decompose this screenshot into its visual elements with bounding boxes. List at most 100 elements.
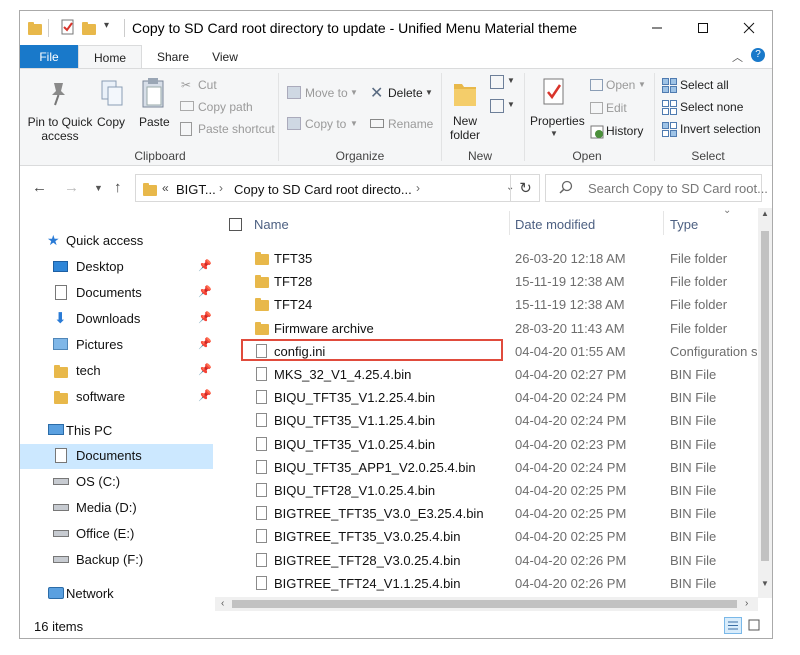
file-type: BIN File — [670, 459, 717, 475]
file-type: BIN File — [670, 436, 717, 452]
copy-path-button[interactable]: Copy path — [198, 100, 253, 114]
cut-button[interactable]: Cut — [198, 78, 217, 92]
file-name: MKS_32_V1_4.25.4.bin — [274, 367, 412, 382]
scroll-right-icon[interactable]: › — [745, 598, 748, 609]
file-type: BIN File — [670, 552, 717, 568]
table-row[interactable]: Firmware archive 28-03-20 11:43 AM File fo… — [215, 317, 760, 340]
nav-item-pc-documents[interactable]: Documents — [20, 444, 213, 469]
help-icon[interactable]: ? — [751, 48, 765, 62]
move-to-dropdown-icon[interactable]: ▼ — [350, 88, 358, 97]
pin-to-quick-access-button[interactable]: Pin to Quick access — [24, 115, 96, 143]
properties-button[interactable]: Properties — [530, 114, 585, 128]
nav-item-documents[interactable]: Documents 📌 — [20, 281, 213, 306]
nav-item-software[interactable]: software 📌 — [20, 385, 213, 410]
file-name: TFT35 — [274, 251, 313, 266]
nav-item-downloads[interactable]: ⬇ Downloads 📌 — [20, 307, 213, 332]
quick-access-toolbar-dropdown-icon[interactable]: ▾ — [104, 20, 109, 31]
scroll-down-icon[interactable]: ▼ — [761, 579, 769, 588]
file-name: BIQU_TFT35_V1.0.25.4.bin — [274, 436, 436, 452]
table-row[interactable]: TFT28 15-11-19 12:38 AM File folder — [215, 270, 760, 293]
properties-dropdown-icon[interactable]: ▼ — [550, 129, 558, 138]
paste-button[interactable]: Paste — [139, 115, 170, 129]
paste-shortcut-button[interactable]: Paste shortcut — [198, 122, 275, 136]
new-item-dropdown-icon[interactable]: ▼ — [507, 76, 515, 85]
nav-item-drive-d[interactable]: Media (D:) — [20, 496, 213, 521]
tab-home[interactable]: Home — [78, 45, 142, 69]
nav-item-desktop[interactable]: Desktop 📌 — [20, 255, 213, 280]
copy-to-button[interactable]: Copy to — [305, 117, 346, 131]
invert-selection-button[interactable]: Invert selection — [680, 122, 761, 136]
minimize-button[interactable] — [634, 11, 680, 45]
copy-to-dropdown-icon[interactable]: ▼ — [350, 119, 358, 128]
close-button[interactable] — [726, 11, 772, 45]
tab-view[interactable]: View — [202, 45, 248, 69]
table-row[interactable]: BIGTREE_TFT24_V1.1.25.4.bin 04-04-20 02:2… — [215, 572, 760, 595]
table-row[interactable]: BIGTREE_TFT28_V3.0.25.4.bin 04-04-20 02:2… — [215, 549, 760, 572]
new-folder-button[interactable]: New folder — [447, 114, 483, 142]
maximize-button[interactable] — [680, 11, 726, 45]
large-icons-view-icon[interactable] — [746, 617, 764, 634]
highlight-annotation — [241, 339, 503, 361]
nav-item-pictures[interactable]: Pictures 📌 — [20, 333, 213, 358]
new-folder-quick-icon[interactable] — [82, 19, 98, 35]
tab-file[interactable]: File — [20, 45, 78, 69]
column-header-name[interactable]: Name — [254, 217, 289, 232]
breadcrumb-separator-icon[interactable]: › — [219, 181, 223, 195]
forward-arrow-icon[interactable]: → — [64, 179, 79, 196]
table-row[interactable]: BIGTREE_TFT35_V3.0_E3.25.4.bin 04-04-20 0… — [215, 502, 760, 525]
breadcrumb-separator-icon[interactable]: › — [416, 181, 420, 195]
copy-button[interactable]: Copy — [97, 115, 125, 129]
column-header-type[interactable]: Type — [670, 217, 698, 232]
back-arrow-icon[interactable]: ← — [32, 179, 47, 196]
nav-this-pc[interactable]: This PC — [20, 419, 213, 444]
nav-item-drive-f[interactable]: Backup (F:) — [20, 548, 213, 573]
delete-dropdown-icon[interactable]: ▼ — [425, 88, 433, 97]
table-row[interactable]: TFT35 26-03-20 12:18 AM File folder — [215, 247, 760, 270]
table-row[interactable]: BIQU_TFT35_V1.2.25.4.bin 04-04-20 02:24 P… — [215, 386, 760, 409]
column-divider[interactable] — [663, 211, 664, 235]
tab-share[interactable]: Share — [148, 45, 198, 69]
select-none-button[interactable]: Select none — [680, 100, 743, 114]
scroll-left-icon[interactable]: ‹ — [221, 598, 224, 609]
easy-access-dropdown-icon[interactable]: ▼ — [507, 100, 515, 109]
vertical-scroll-thumb[interactable] — [761, 231, 769, 561]
table-row[interactable]: MKS_32_V1_4.25.4.bin 04-04-20 02:27 PM BIN… — [215, 363, 760, 386]
table-row[interactable]: BIQU_TFT35_APP1_V2.0.25.4.bin 04-04-20 02… — [215, 456, 760, 479]
nav-network[interactable]: Network — [20, 582, 213, 607]
open-button[interactable]: Open — [606, 78, 635, 92]
edit-button[interactable]: Edit — [606, 101, 627, 115]
select-all-checkbox[interactable] — [229, 218, 242, 231]
move-to-button[interactable]: Move to — [305, 86, 348, 100]
delete-button[interactable]: Delete — [388, 86, 423, 100]
table-row[interactable]: BIQU_TFT28_V1.0.25.4.bin 04-04-20 02:25 P… — [215, 479, 760, 502]
select-all-button[interactable]: Select all — [680, 78, 729, 92]
recent-locations-chevron-icon[interactable]: ▼ — [94, 183, 103, 193]
nav-item-drive-e[interactable]: Office (E:) — [20, 522, 213, 547]
table-row[interactable]: TFT24 15-11-19 12:38 AM File folder — [215, 293, 760, 316]
up-arrow-icon[interactable]: ↑ — [114, 179, 122, 196]
history-button[interactable]: History — [606, 124, 643, 138]
chevron-up-icon[interactable]: ︿ — [732, 49, 743, 65]
table-row[interactable]: BIQU_TFT35_V1.1.25.4.bin 04-04-20 02:24 P… — [215, 409, 760, 432]
rename-button[interactable]: Rename — [388, 117, 433, 131]
details-view-icon[interactable] — [724, 617, 742, 634]
breadcrumb-item[interactable]: Copy to SD Card root directo... — [234, 182, 412, 197]
table-row[interactable]: BIGTREE_TFT35_V3.0.25.4.bin 04-04-20 02:2… — [215, 525, 760, 548]
open-dropdown-icon[interactable]: ▼ — [638, 80, 646, 89]
easy-access-icon[interactable] — [490, 99, 504, 113]
nav-item-drive-c[interactable]: OS (C:) — [20, 470, 213, 495]
pin-icon: 📌 — [198, 364, 212, 376]
column-divider[interactable] — [509, 211, 510, 235]
nav-quick-access[interactable]: ★ Quick access — [20, 229, 213, 254]
new-item-icon[interactable] — [490, 75, 504, 89]
breadcrumb-item[interactable]: BIGT... — [176, 182, 216, 197]
scroll-up-icon[interactable]: ▲ — [761, 209, 769, 218]
overflow-crumbs-icon[interactable]: « — [162, 181, 169, 195]
horizontal-scroll-thumb[interactable] — [232, 600, 737, 608]
refresh-icon[interactable]: ↻ — [510, 174, 540, 202]
table-row[interactable]: BIQU_TFT35_V1.0.25.4.bin 04-04-20 02:23 P… — [215, 433, 760, 456]
folder-icon — [255, 252, 269, 265]
nav-item-tech[interactable]: tech 📌 — [20, 359, 213, 384]
properties-quick-icon[interactable] — [60, 19, 76, 35]
column-header-date[interactable]: Date modified — [515, 217, 595, 232]
